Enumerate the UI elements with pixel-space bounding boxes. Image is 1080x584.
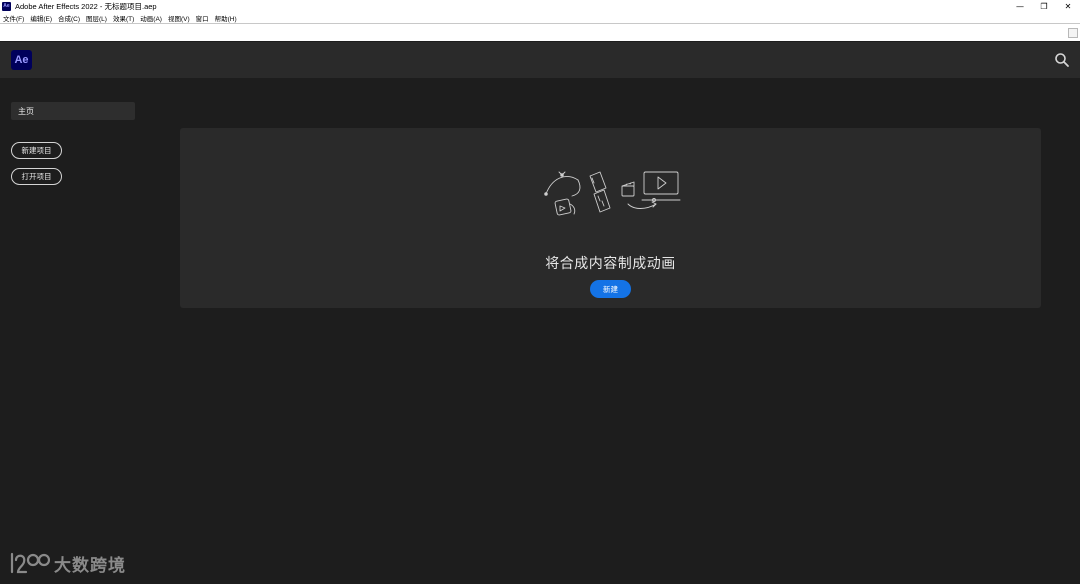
menu-effect[interactable]: 效果(T) xyxy=(113,13,134,23)
sidebar-item-home[interactable]: 主页 xyxy=(11,102,135,120)
minimize-button[interactable]: — xyxy=(1008,0,1032,12)
menu-animation[interactable]: 动画(A) xyxy=(140,13,162,23)
empty-state-title: 将合成内容制成动画 xyxy=(545,256,676,272)
watermark: 大数跨境 xyxy=(8,548,126,578)
restore-button[interactable]: ❐ xyxy=(1032,0,1056,12)
open-project-button[interactable]: 打开项目 xyxy=(11,168,62,185)
ae-app-icon: Ae xyxy=(2,1,11,11)
empty-state-card: 将合成内容制成动画 新建 xyxy=(180,128,1041,308)
menu-composition[interactable]: 合成(C) xyxy=(58,13,80,23)
search-icon[interactable] xyxy=(1054,52,1070,68)
menu-window[interactable]: 窗口 xyxy=(196,13,209,23)
menu-layer[interactable]: 图层(L) xyxy=(86,13,107,23)
window-controls: — ❐ ✕ xyxy=(1008,0,1080,12)
toolbar-toggle[interactable] xyxy=(1068,28,1078,38)
create-button[interactable]: 新建 xyxy=(590,280,631,298)
menu-help[interactable]: 帮助(H) xyxy=(215,13,237,23)
new-project-button[interactable]: 新建项目 xyxy=(11,142,62,159)
watermark-logo-icon xyxy=(10,552,50,574)
menu-bar: 文件(F) 编辑(E) 合成(C) 图层(L) 效果(T) 动画(A) 视图(V… xyxy=(0,12,1080,23)
menu-edit[interactable]: 编辑(E) xyxy=(30,13,52,23)
close-button[interactable]: ✕ xyxy=(1056,0,1080,12)
window-titlebar: Ae Adobe After Effects 2022 - 无标题项目.aep … xyxy=(0,0,1080,12)
menu-view[interactable]: 视图(V) xyxy=(168,13,190,23)
window-title: Adobe After Effects 2022 - 无标题项目.aep xyxy=(15,1,157,11)
animation-illustration xyxy=(544,171,681,216)
watermark-text: 大数跨境 xyxy=(54,555,126,576)
tool-strip xyxy=(0,23,1080,41)
home-header: Ae xyxy=(0,42,1080,78)
ae-logo: Ae xyxy=(11,50,32,70)
menu-file[interactable]: 文件(F) xyxy=(3,13,24,23)
